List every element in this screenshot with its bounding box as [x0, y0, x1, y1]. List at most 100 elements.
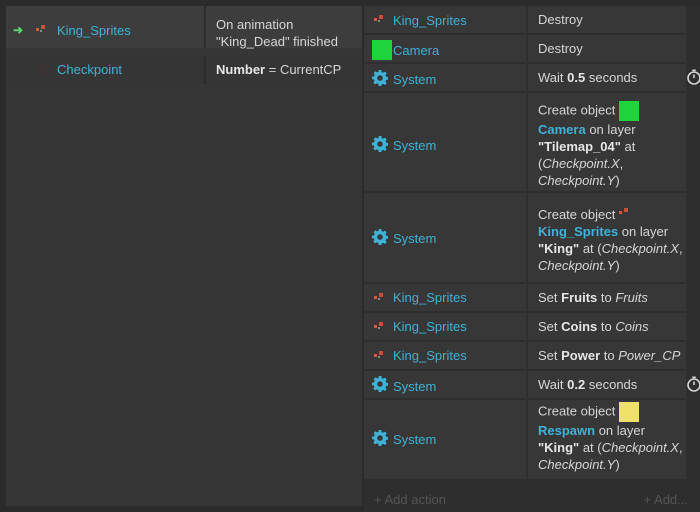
text-part: to: [600, 290, 612, 305]
text-part: Wait: [538, 70, 564, 85]
action-row[interactable]: King_Sprites Set Coins to Coins: [364, 313, 700, 340]
add-action-button[interactable]: + Add action: [374, 492, 446, 507]
object-ref[interactable]: King_Sprites: [538, 224, 618, 239]
action-object-name[interactable]: System: [393, 72, 436, 87]
sprite-icon: [374, 15, 384, 23]
condition-object-name[interactable]: King_Sprites: [57, 23, 131, 38]
action-object-name[interactable]: King_Sprites: [393, 348, 467, 363]
coord-x: Checkpoint.X: [601, 241, 679, 256]
action-row[interactable]: King_Sprites Destroy: [364, 6, 700, 33]
layer-name: "King": [538, 440, 580, 455]
coord-x: Checkpoint.X: [542, 156, 620, 171]
action-row[interactable]: System Create object Respawn on layer "K…: [364, 400, 700, 479]
action-object-cell[interactable]: King_Sprites: [364, 284, 526, 311]
gear-icon: [372, 70, 388, 86]
conditions-block: ➜ King_Sprites On animation "King_Dead" …: [6, 6, 362, 512]
action-object-name[interactable]: King_Sprites: [393, 13, 467, 28]
sprite-icon: [374, 322, 384, 330]
sprite-icon: [374, 293, 384, 301]
var-name: Fruits: [561, 290, 598, 305]
text-part: on layer: [585, 122, 636, 137]
text-part: Create object: [538, 207, 619, 222]
action-object-cell[interactable]: System: [364, 93, 526, 191]
text-part: at: [579, 241, 594, 256]
action-object-name[interactable]: System: [393, 379, 436, 394]
event-sheet: ➜ King_Sprites On animation "King_Dead" …: [6, 6, 700, 512]
action-text[interactable]: Create object King_Sprites on layer "Kin…: [528, 193, 686, 282]
gear-icon: [372, 376, 388, 392]
action-text[interactable]: Set Coins to Coins: [528, 313, 686, 340]
action-object-name[interactable]: System: [393, 231, 436, 246]
action-object-cell[interactable]: King_Sprites: [364, 342, 526, 369]
action-text[interactable]: Create object Respawn on layer "King" at…: [528, 400, 686, 479]
var-name: Coins: [561, 319, 598, 334]
green-square-icon: [618, 101, 639, 121]
action-object-name[interactable]: System: [393, 138, 436, 153]
action-text[interactable]: Set Fruits to Fruits: [528, 284, 686, 311]
coord-y: Checkpoint.Y: [538, 173, 616, 188]
var-name: Power: [561, 348, 601, 363]
text-part: Create object: [538, 403, 619, 419]
condition-rest: = CurrentCP: [265, 62, 342, 77]
condition-text-line1: On animation: [216, 17, 294, 32]
condition-row[interactable]: ➜ King_Sprites On animation "King_Dead" …: [6, 6, 362, 49]
action-object-cell[interactable]: Camera: [364, 35, 526, 62]
action-object-cell[interactable]: King_Sprites: [364, 313, 526, 340]
coord-x: Checkpoint.X: [601, 440, 679, 455]
text-part: on layer: [595, 423, 645, 438]
condition-bold: Number: [216, 62, 266, 77]
action-row[interactable]: System Create object King_Sprites on lay…: [364, 193, 700, 282]
action-text[interactable]: Wait 0.5 seconds: [528, 64, 700, 91]
object-ref[interactable]: Camera: [538, 122, 586, 137]
layer-name: "King": [538, 241, 580, 256]
var-value: Power_CP: [618, 348, 681, 363]
text-part: at: [579, 440, 594, 455]
object-ref[interactable]: Respawn: [538, 423, 595, 438]
add-more-button[interactable]: + Add...: [644, 492, 688, 507]
action-row[interactable]: System Wait 0.5 seconds: [364, 64, 700, 91]
action-text[interactable]: Create object Camera on layer "Tilemap_0…: [528, 93, 686, 191]
condition-object-cell[interactable]: Checkpoint: [6, 56, 202, 84]
gear-icon: [372, 136, 388, 152]
condition-row[interactable]: Checkpoint Number = CurrentCP: [6, 56, 362, 84]
action-row[interactable]: King_Sprites Set Power to Power_CP: [364, 342, 700, 369]
sprite-icon: [618, 208, 629, 216]
text-part: Create object: [538, 102, 619, 118]
text-part: seconds: [588, 70, 638, 85]
wait-value: 0.2: [567, 377, 586, 392]
text-part: at: [620, 139, 636, 154]
action-text[interactable]: Destroy: [528, 35, 686, 62]
action-object-cell[interactable]: King_Sprites: [364, 6, 526, 33]
layer-name: "Tilemap_04": [538, 139, 621, 154]
action-row[interactable]: Camera Destroy: [364, 35, 700, 62]
action-object-cell[interactable]: System: [364, 371, 526, 398]
text-part: Set: [538, 319, 558, 334]
action-object-cell[interactable]: System: [364, 400, 526, 479]
text-part: seconds: [588, 377, 638, 392]
sprite-icon: [36, 25, 46, 33]
var-value: Coins: [615, 319, 649, 334]
wait-value: 0.5: [567, 70, 586, 85]
condition-object-cell[interactable]: ➜ King_Sprites: [6, 6, 202, 48]
gear-icon: [372, 229, 388, 245]
condition-text[interactable]: On animation "King_Dead" finished: [204, 6, 362, 49]
action-object-cell[interactable]: System: [364, 64, 526, 91]
action-object-name[interactable]: Camera: [393, 43, 439, 58]
action-row[interactable]: System Wait 0.2 seconds: [364, 371, 700, 398]
action-text[interactable]: Wait 0.2 seconds: [528, 371, 700, 398]
actions-block: King_Sprites Destroy Camera Destroy Syst…: [364, 6, 700, 512]
yellow-square-icon: [618, 402, 639, 422]
action-row[interactable]: System Create object Camera on layer "Ti…: [364, 93, 700, 191]
action-text[interactable]: Destroy: [528, 6, 686, 33]
condition-object-name[interactable]: Checkpoint: [57, 62, 122, 77]
green-square-icon: [372, 40, 392, 60]
action-object-name[interactable]: King_Sprites: [393, 319, 467, 334]
condition-text[interactable]: Number = CurrentCP: [204, 56, 362, 84]
action-text[interactable]: Set Power to Power_CP: [528, 342, 686, 369]
trigger-arrow-icon: ➜: [13, 23, 24, 37]
action-object-name[interactable]: System: [393, 432, 436, 447]
text-part: to: [600, 319, 612, 334]
action-row[interactable]: King_Sprites Set Fruits to Fruits: [364, 284, 700, 311]
action-object-name[interactable]: King_Sprites: [393, 290, 467, 305]
action-object-cell[interactable]: System: [364, 193, 526, 282]
